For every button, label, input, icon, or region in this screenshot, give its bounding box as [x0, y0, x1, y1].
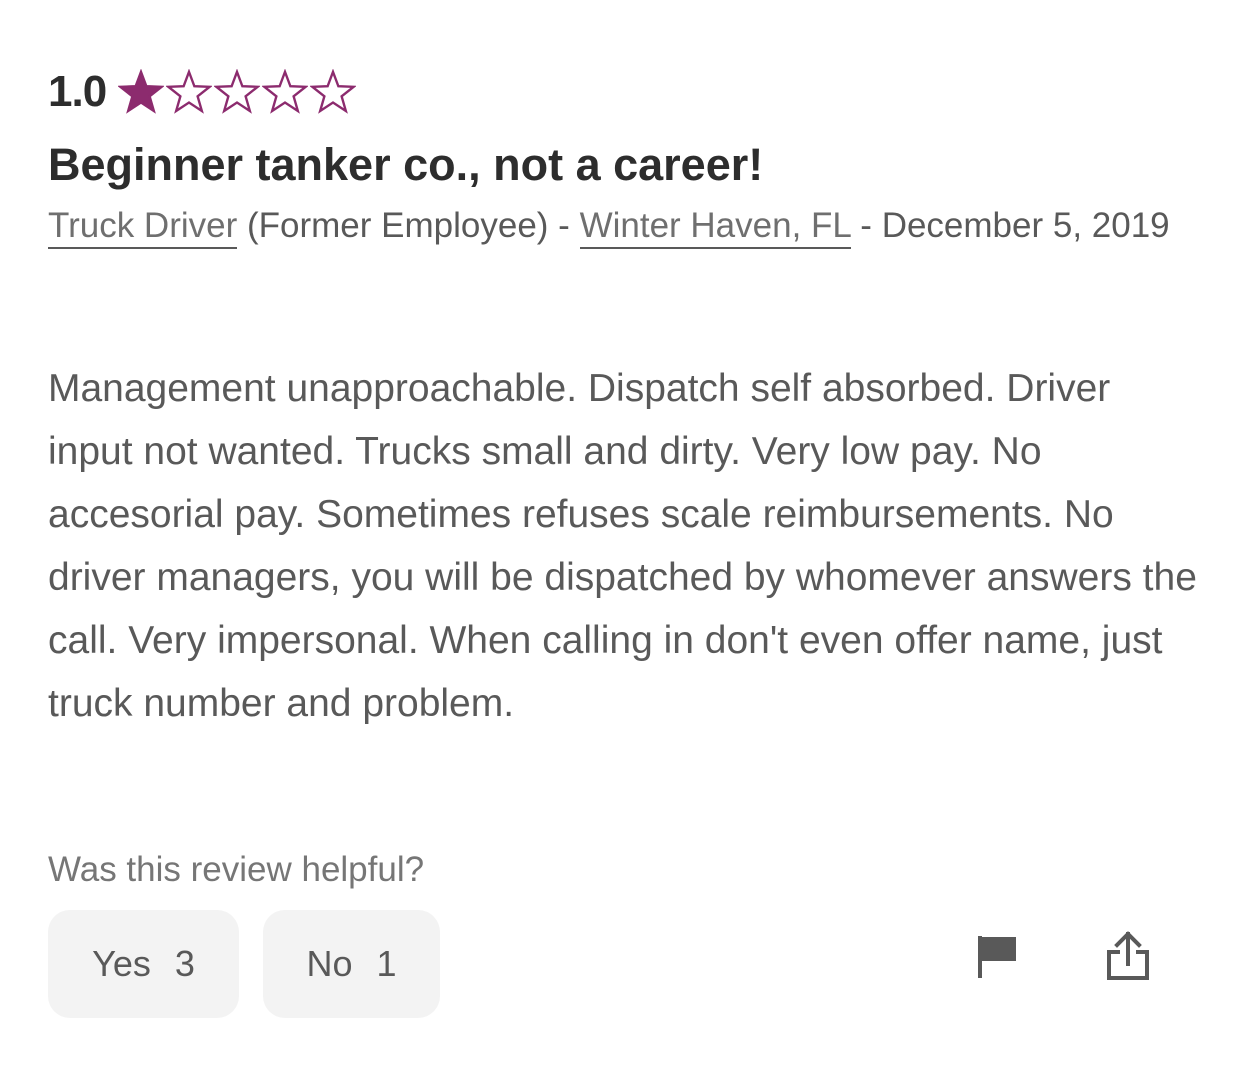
- review-body: Management unapproachable. Dispatch self…: [48, 367, 1197, 725]
- share-button[interactable]: [1100, 928, 1156, 984]
- report-button[interactable]: [968, 928, 1024, 984]
- review-title: Beginner tanker co., not a career!: [48, 139, 764, 190]
- vote-yes-label: Yes: [92, 943, 151, 984]
- employment-status: (Former Employee): [247, 206, 549, 245]
- star-empty-icon: [166, 69, 213, 114]
- rating-row: 1.0: [48, 62, 357, 122]
- vote-yes-button[interactable]: Yes 3: [48, 910, 239, 1018]
- helpful-prompt: Was this review helpful?: [48, 850, 425, 889]
- flag-icon: [978, 936, 1016, 978]
- star-empty-icon: [262, 69, 309, 114]
- review-card: 1.0 Beginner tanker co., not a career! T…: [0, 0, 1242, 1083]
- star-rating: [118, 69, 357, 115]
- review-meta: Truck Driver (Former Employee) - Winter …: [48, 198, 1178, 253]
- review-date: December 5, 2019: [881, 206, 1170, 245]
- vote-no-label: No: [306, 943, 353, 984]
- meta-separator: -: [850, 206, 882, 245]
- job-title-link[interactable]: Truck Driver: [48, 206, 238, 249]
- vote-yes-count: 3: [174, 943, 195, 984]
- rating-value: 1.0: [48, 67, 107, 116]
- share-icon: [1107, 931, 1149, 980]
- star-empty-icon: [310, 69, 357, 114]
- star-empty-icon: [214, 69, 261, 114]
- star-filled-icon: [118, 69, 165, 114]
- vote-no-count: 1: [376, 943, 397, 984]
- vote-no-button[interactable]: No 1: [263, 910, 440, 1018]
- location-link[interactable]: Winter Haven, FL: [579, 206, 851, 249]
- meta-separator: -: [548, 206, 580, 245]
